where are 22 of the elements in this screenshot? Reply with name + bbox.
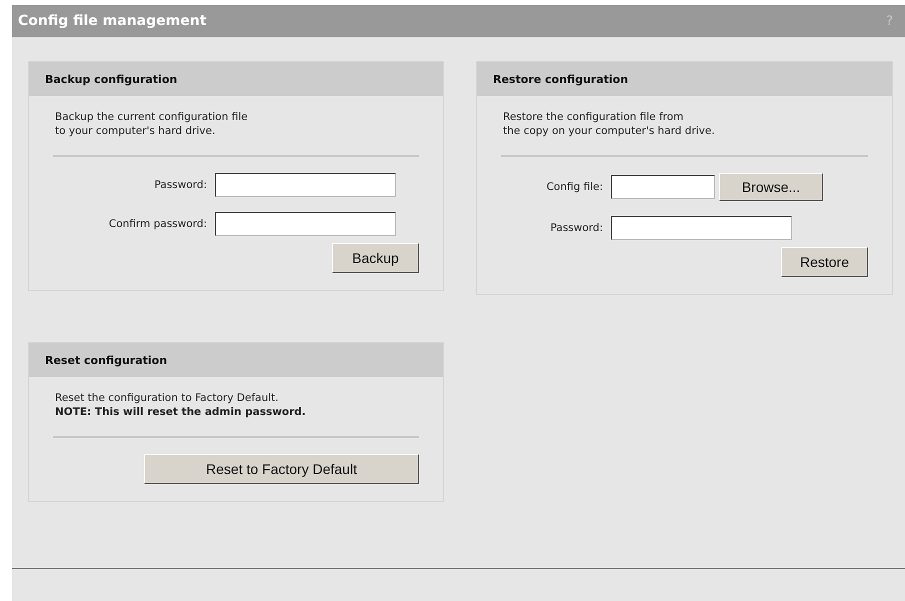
- description-text: NOTE: This will reset the admin password.: [55, 405, 307, 419]
- field-label: Confirm password:: [108, 218, 207, 230]
- description-text: Backup the current configuration file: [55, 110, 249, 124]
- password-field[interactable]: [611, 216, 792, 240]
- description-text: to your computer's hard drive.: [55, 124, 216, 138]
- description-text: the copy on your computer's hard drive.: [503, 124, 716, 138]
- password-field[interactable]: [215, 212, 396, 236]
- field-label: Password:: [549, 222, 603, 234]
- field-label: Config file:: [545, 181, 603, 193]
- panel-title: Reset configuration: [45, 354, 168, 366]
- action-button[interactable]: Backup: [332, 243, 419, 273]
- panel-title: Backup configuration: [45, 72, 178, 86]
- action-button[interactable]: Reset to Factory Default: [144, 454, 419, 484]
- description-text: Reset the configuration to Factory Default.: [55, 391, 280, 405]
- file-field[interactable]: [611, 175, 715, 199]
- field-label: Password:: [153, 179, 207, 191]
- panel-title: Restore configuration: [493, 72, 628, 86]
- password-field[interactable]: [215, 173, 396, 197]
- window-title: Config file management: [18, 13, 206, 29]
- action-button[interactable]: Restore: [781, 247, 868, 277]
- description-text: Restore the configuration file from: [503, 110, 684, 124]
- browse-button[interactable]: Browse...: [719, 173, 823, 201]
